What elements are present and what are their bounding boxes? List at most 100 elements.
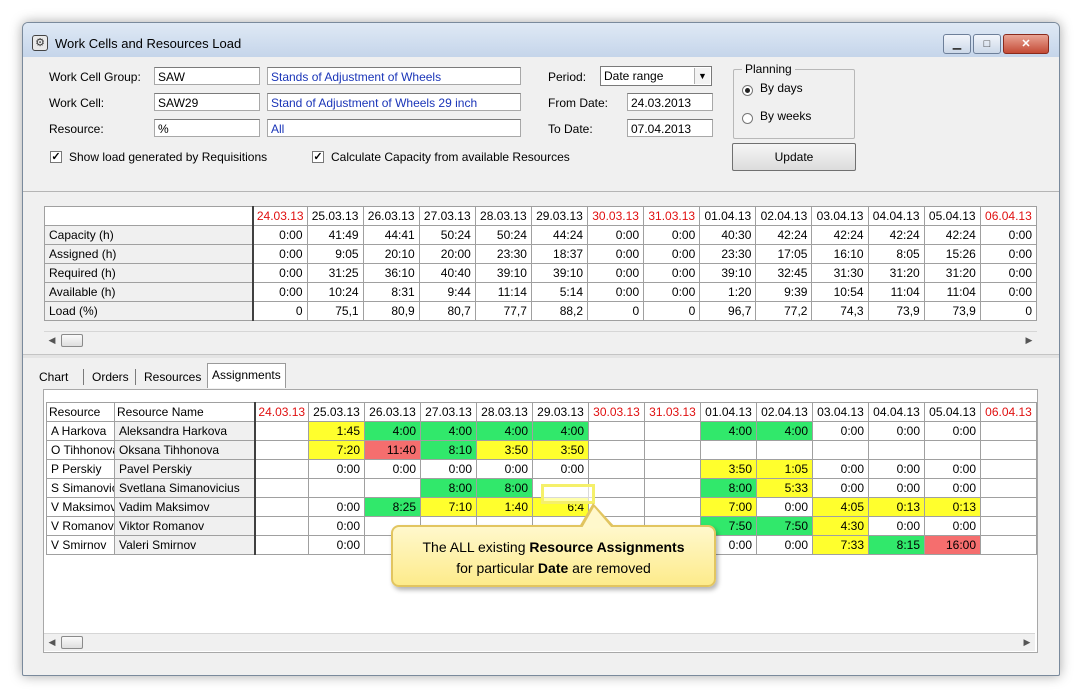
date-header-29.03.13[interactable]: 29.03.13 [530,206,589,226]
assignment-cell[interactable]: 0:00 [812,459,869,479]
assignment-cell[interactable] [980,497,1037,517]
summary-value-cell[interactable]: 50:24 [418,225,476,245]
work-cell-group-name-input[interactable]: Stands of Adjustment of Wheels [267,67,521,85]
assignment-row[interactable]: A Harkova Aleksandra Harkova 1:45 4:00 4:00 4… [46,421,1037,441]
assignment-cell[interactable] [980,478,1037,498]
work-cell-group-code-input[interactable]: SAW [154,67,260,85]
summary-value-cell[interactable]: 73,9 [923,301,981,321]
resource-code-cell[interactable]: V Maksimov [46,497,115,517]
assignment-cell[interactable]: 0:00 [308,497,365,517]
summary-value-cell[interactable]: 11:14 [474,282,532,302]
assignment-cell[interactable]: 0:00 [756,497,813,517]
resource-name-cell[interactable]: Oksana Tihhonova [114,440,256,460]
resource-name-cell[interactable]: Aleksandra Harkova [114,421,256,441]
assignment-cell[interactable]: 7:00 [700,497,757,517]
summary-value-cell[interactable]: 0:00 [979,282,1038,302]
assignment-cell[interactable]: 4:30 [812,516,869,536]
summary-value-cell[interactable]: 20:00 [418,244,476,264]
assignment-cell[interactable] [980,459,1037,479]
summary-value-cell[interactable]: 42:24 [811,225,869,245]
summary-value-cell[interactable]: 0:00 [643,263,701,283]
assignment-cell[interactable]: 8:00 [700,478,757,498]
assignment-cell[interactable] [254,421,309,441]
update-button[interactable]: Update [732,143,856,171]
assignment-cell[interactable]: 0:00 [812,478,869,498]
assignment-cell[interactable]: 8:00 [420,478,477,498]
summary-value-cell[interactable]: 80,7 [418,301,476,321]
date-header-06.04.13[interactable]: 06.04.13 [979,206,1038,226]
date-header-05.04.13[interactable]: 05.04.13 [923,206,981,226]
work-cell-code-input[interactable]: SAW29 [154,93,260,111]
assignment-cell[interactable]: 0:00 [924,459,981,479]
date-header-04.04.13[interactable]: 04.04.13 [867,206,925,226]
summary-value-cell[interactable]: 0:00 [643,225,701,245]
date-header-25.03.13[interactable]: 25.03.13 [308,402,365,422]
summary-value-cell[interactable]: 44:24 [530,225,589,245]
summary-value-cell[interactable]: 18:37 [530,244,589,264]
assignment-cell[interactable]: 1:40 [476,497,533,517]
summary-value-cell[interactable]: 8:31 [362,282,420,302]
summary-value-cell[interactable]: 8:05 [867,244,925,264]
date-header-01.04.13[interactable]: 01.04.13 [700,402,757,422]
assignment-cell[interactable] [254,497,309,517]
summary-value-cell[interactable]: 31:30 [811,263,869,283]
summary-value-cell[interactable]: 0:00 [252,244,308,264]
assignment-cell[interactable] [980,421,1037,441]
date-header-04.04.13[interactable]: 04.04.13 [868,402,925,422]
assignment-cell[interactable] [644,497,701,517]
assignment-cell[interactable] [364,478,421,498]
summary-value-cell[interactable]: 0:00 [979,263,1038,283]
resource-code-cell[interactable]: S Simanovicius [46,478,115,498]
date-header-02.04.13[interactable]: 02.04.13 [756,402,813,422]
resource-code-cell[interactable]: A Harkova [46,421,115,441]
resource-column-header[interactable]: Resource [46,402,115,422]
resource-code-cell[interactable]: P Perskiy [46,459,115,479]
assignment-cell[interactable] [644,440,701,460]
summary-value-cell[interactable]: 40:40 [418,263,476,283]
assignment-cell[interactable]: 0:00 [924,421,981,441]
assignment-cell[interactable]: 0:00 [868,421,925,441]
summary-value-cell[interactable]: 0:00 [252,263,308,283]
assignment-cell[interactable]: 0:00 [364,459,421,479]
summary-value-cell[interactable]: 0:00 [587,282,645,302]
date-header-28.03.13[interactable]: 28.03.13 [476,402,533,422]
assignment-cell[interactable]: 8:15 [868,535,925,555]
summary-value-cell[interactable]: 17:05 [755,244,813,264]
summary-value-cell[interactable]: 73,9 [867,301,925,321]
assignment-cell[interactable]: 8:25 [364,497,421,517]
summary-value-cell[interactable]: 11:04 [923,282,981,302]
date-header-29.03.13[interactable]: 29.03.13 [532,402,589,422]
summary-value-cell[interactable]: 77,7 [474,301,532,321]
assignment-cell[interactable] [254,478,309,498]
summary-value-cell[interactable]: 96,7 [699,301,757,321]
summary-value-cell[interactable]: 39:10 [530,263,589,283]
assignment-cell[interactable] [588,459,645,479]
assignment-cell[interactable]: 0:00 [308,459,365,479]
assignment-cell[interactable]: 1:05 [756,459,813,479]
date-header-30.03.13[interactable]: 30.03.13 [588,402,645,422]
date-header-27.03.13[interactable]: 27.03.13 [418,206,476,226]
assignment-cell[interactable]: 7:33 [812,535,869,555]
date-header-28.03.13[interactable]: 28.03.13 [474,206,532,226]
summary-value-cell[interactable]: 74,3 [811,301,869,321]
assignment-cell[interactable]: 0:00 [476,459,533,479]
resource-name-input[interactable]: All [267,119,521,137]
assignment-cell[interactable] [254,516,309,536]
assignment-cell[interactable]: 4:00 [756,421,813,441]
show-load-checkbox[interactable]: ✓ [50,151,62,163]
resource-name-cell[interactable]: Viktor Romanov [114,516,256,536]
from-date-input[interactable]: 24.03.2013 [627,93,713,111]
assignment-cell[interactable]: 0:00 [812,421,869,441]
maximize-button[interactable]: □ [973,34,1001,54]
assignment-cell[interactable]: 4:00 [700,421,757,441]
by-days-radio[interactable] [742,85,753,96]
date-header-31.03.13[interactable]: 31.03.13 [644,402,701,422]
summary-value-cell[interactable]: 44:41 [362,225,420,245]
tab-orders[interactable]: Orders [88,366,133,388]
assignment-cell[interactable]: 4:00 [532,421,589,441]
assignment-cell[interactable]: 11:40 [364,440,421,460]
assignment-cell[interactable]: 3:50 [532,440,589,460]
resource-code-cell[interactable]: V Romanov [46,516,115,536]
date-header-31.03.13[interactable]: 31.03.13 [643,206,701,226]
summary-value-cell[interactable]: 32:45 [755,263,813,283]
